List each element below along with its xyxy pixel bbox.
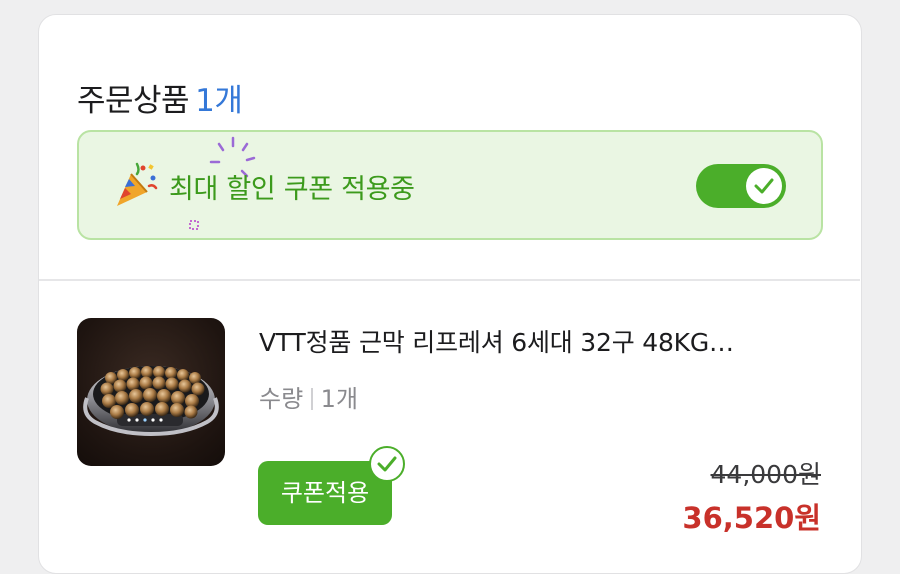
check-icon — [754, 178, 774, 194]
confetti-dot-icon — [189, 220, 199, 230]
party-popper-icon — [117, 162, 158, 206]
quantity-row: 수량 1개 — [259, 379, 358, 414]
order-card: 주문상품 1개 최대 할인 쿠폰 적용중 VTT정품 근막 리프레셔 6세대 3… — [38, 14, 862, 574]
order-items-label: 주문상품 — [77, 83, 190, 119]
max-discount-coupon-banner: 최대 할인 쿠폰 적용중 — [77, 130, 823, 240]
check-icon — [377, 456, 397, 472]
order-items-title: 주문상품 1개 — [77, 75, 243, 120]
product-image[interactable] — [77, 318, 225, 466]
quantity-separator — [311, 388, 313, 410]
product-name[interactable]: VTT정품 근막 리프레셔 6세대 32구 48KG… — [259, 323, 829, 359]
toggle-knob — [746, 168, 782, 204]
massager-illustration — [83, 366, 219, 437]
discounted-price: 36,520원 — [682, 501, 821, 535]
section-divider — [39, 279, 860, 281]
quantity-value: 1개 — [320, 385, 359, 413]
order-items-count: 1개 — [195, 83, 243, 119]
quantity-label: 수량 — [259, 385, 304, 413]
coupon-applied-text: 최대 할인 쿠폰 적용중 — [169, 174, 415, 205]
coupon-toggle[interactable] — [696, 164, 786, 208]
coupon-applied-check-icon — [369, 446, 405, 482]
original-price: 44,000원 — [710, 460, 821, 489]
